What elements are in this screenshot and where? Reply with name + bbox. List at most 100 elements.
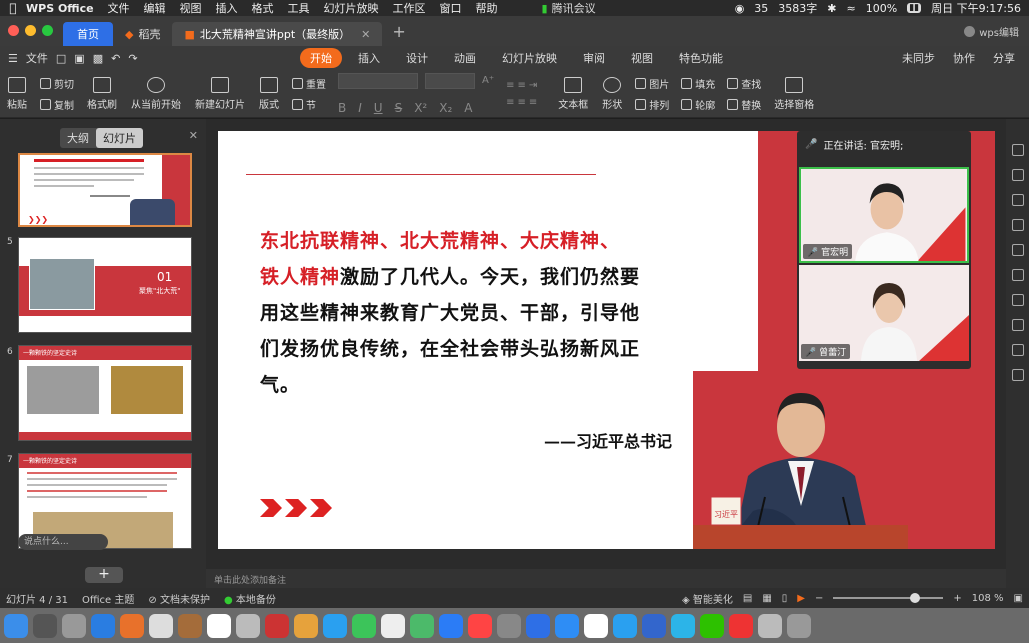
finder-icon[interactable] bbox=[4, 613, 28, 638]
new-slide-button[interactable]: 新建幻灯片 bbox=[188, 72, 252, 116]
firefox-icon[interactable] bbox=[120, 613, 144, 638]
menu-view[interactable]: 视图 bbox=[180, 0, 202, 16]
contacts-icon[interactable] bbox=[381, 613, 405, 638]
sync-status[interactable]: 未同步 bbox=[902, 50, 935, 66]
template-icon[interactable] bbox=[1011, 294, 1024, 306]
menu-help[interactable]: 帮助 bbox=[476, 0, 498, 16]
tab-outline[interactable]: 大纲 bbox=[60, 128, 96, 148]
bold-icon[interactable]: B bbox=[338, 101, 346, 115]
datetime[interactable]: 周日 下午9:17:56 bbox=[931, 0, 1021, 16]
tab-animation[interactable]: 动画 bbox=[444, 48, 486, 68]
play-slideshow-icon[interactable]: ▶ bbox=[797, 593, 805, 604]
collaborate-button[interactable]: 协作 bbox=[953, 50, 975, 66]
cut-button[interactable]: 剪切 bbox=[40, 76, 74, 91]
align-right-icon[interactable]: ≡ bbox=[529, 97, 537, 108]
reminders-icon[interactable] bbox=[265, 613, 289, 638]
replace-button[interactable]: 替换 bbox=[727, 97, 761, 112]
meeting-indicator[interactable]: ▮ 腾讯会议 bbox=[542, 0, 596, 16]
calendar-icon[interactable] bbox=[207, 613, 231, 638]
microphone-icon[interactable]: 🎤 bbox=[805, 139, 817, 150]
undo-icon[interactable]: ↶ bbox=[111, 52, 120, 65]
file-menu[interactable]: 文件 bbox=[26, 50, 48, 66]
hamburger-icon[interactable]: ☰ bbox=[8, 52, 18, 65]
youku-icon[interactable] bbox=[613, 613, 637, 638]
font-size-select[interactable] bbox=[425, 72, 475, 89]
wechat-app-icon[interactable] bbox=[700, 613, 724, 638]
zoom-slider-handle[interactable] bbox=[910, 593, 921, 603]
copy-button[interactable]: 复制 bbox=[40, 97, 74, 112]
launchpad-icon[interactable] bbox=[62, 613, 86, 638]
feishu-icon[interactable] bbox=[526, 613, 550, 638]
chat-input[interactable]: 说点什么... bbox=[18, 534, 108, 550]
numbers-icon[interactable] bbox=[410, 613, 434, 638]
notes-pane[interactable]: 单击此处添加备注 bbox=[206, 569, 1006, 588]
selection-pane-button[interactable]: 选择窗格 bbox=[767, 72, 821, 116]
image-icon[interactable] bbox=[1011, 369, 1024, 381]
chart-icon[interactable] bbox=[1011, 219, 1024, 231]
tab-design[interactable]: 设计 bbox=[396, 48, 438, 68]
underline-icon[interactable]: U bbox=[374, 101, 383, 115]
font-family-select[interactable] bbox=[338, 72, 418, 89]
menu-workspace[interactable]: 工作区 bbox=[393, 0, 426, 16]
wps-app-icon[interactable] bbox=[729, 613, 753, 638]
add-slide-button[interactable]: + bbox=[85, 567, 123, 583]
facetime-icon[interactable] bbox=[352, 613, 376, 638]
meeting-window[interactable]: 🎤 正在讲话: 官宏明; 🎤 官宏明 🎤 曾蕾汀 bbox=[797, 131, 971, 369]
shape-button[interactable]: 形状 bbox=[595, 72, 629, 116]
close-tab-icon[interactable]: ✕ bbox=[361, 28, 370, 41]
messages-icon[interactable] bbox=[323, 613, 347, 638]
tab-slideshow[interactable]: 幻灯片放映 bbox=[492, 48, 567, 68]
number-list-icon[interactable]: ≡ bbox=[518, 80, 526, 91]
strikethrough-icon[interactable]: S bbox=[395, 101, 403, 115]
animation-icon[interactable] bbox=[1011, 194, 1024, 206]
tab-slides[interactable]: 幻灯片 bbox=[96, 128, 143, 148]
appstore-icon[interactable] bbox=[439, 613, 463, 638]
view-reading-icon[interactable]: ▯ bbox=[782, 593, 788, 604]
speaker-photo[interactable]: 习近平 bbox=[693, 371, 908, 549]
battery-icon[interactable]: ▮▮ bbox=[907, 3, 922, 13]
bluetooth-icon[interactable]: ✱ bbox=[827, 2, 836, 15]
wifi-icon[interactable]: ≈ bbox=[847, 2, 856, 15]
zoom-window-icon[interactable] bbox=[42, 25, 53, 36]
tab-review[interactable]: 审阅 bbox=[573, 48, 615, 68]
downloads-icon[interactable] bbox=[758, 613, 782, 638]
zoom-out-icon[interactable]: − bbox=[815, 593, 823, 604]
layout-button[interactable]: 版式 bbox=[252, 72, 286, 116]
zoom-level[interactable]: 108 % bbox=[972, 593, 1004, 604]
tab-document[interactable]: ■ 北大荒精神宣讲ppt（最终版） ✕ bbox=[172, 22, 383, 46]
fill-button[interactable]: 填充 bbox=[681, 76, 715, 91]
menu-file[interactable]: 文件 bbox=[108, 0, 130, 16]
superscript-icon[interactable]: X² bbox=[414, 101, 427, 115]
menu-slideshow[interactable]: 幻灯片放映 bbox=[324, 0, 379, 16]
align-center-icon[interactable]: ≡ bbox=[518, 97, 526, 108]
transition-icon[interactable] bbox=[1011, 269, 1024, 281]
beautify-button[interactable]: ◈ 智能美化 bbox=[682, 591, 733, 606]
close-window-icon[interactable] bbox=[8, 25, 19, 36]
quote-text[interactable]: 东北抗联精神、北大荒精神、大庆精神、 铁人精神激励了几代人。今天，我们仍然要 用… bbox=[260, 223, 710, 403]
system-preferences-icon[interactable] bbox=[497, 613, 521, 638]
menu-tools[interactable]: 工具 bbox=[288, 0, 310, 16]
bullet-list-icon[interactable]: ≡ bbox=[506, 80, 514, 91]
italic-icon[interactable]: I bbox=[358, 101, 362, 115]
textbox-button[interactable]: 文本框 bbox=[551, 72, 595, 116]
menu-insert[interactable]: 插入 bbox=[216, 0, 238, 16]
view-sorter-icon[interactable]: ▦ bbox=[762, 593, 771, 604]
tab-features[interactable]: 特色功能 bbox=[669, 48, 733, 68]
tab-daoke[interactable]: ◆ 稻壳 bbox=[113, 22, 172, 46]
account-button[interactable]: wps编辑 bbox=[954, 24, 1029, 46]
tab-start[interactable]: 开始 bbox=[300, 48, 342, 68]
music-icon[interactable] bbox=[468, 613, 492, 638]
view-normal-icon[interactable]: ▤ bbox=[743, 593, 752, 604]
alipay-icon[interactable] bbox=[671, 613, 695, 638]
zoom-in-icon[interactable]: + bbox=[953, 593, 961, 604]
new-tab-button[interactable]: + bbox=[382, 22, 415, 46]
reset-button[interactable]: 重置 bbox=[292, 76, 326, 91]
siri-icon[interactable] bbox=[33, 613, 57, 638]
find-button[interactable]: 查找 bbox=[727, 76, 761, 91]
video-tile-1[interactable]: 🎤 官宏明 bbox=[799, 167, 969, 263]
video-tile-2[interactable]: 🎤 曾蕾汀 bbox=[799, 265, 969, 361]
minimize-window-icon[interactable] bbox=[25, 25, 36, 36]
zoom-slider[interactable] bbox=[833, 593, 944, 603]
app-name[interactable]: WPS Office bbox=[26, 2, 94, 15]
paste-button[interactable]: 粘贴 bbox=[0, 72, 34, 116]
